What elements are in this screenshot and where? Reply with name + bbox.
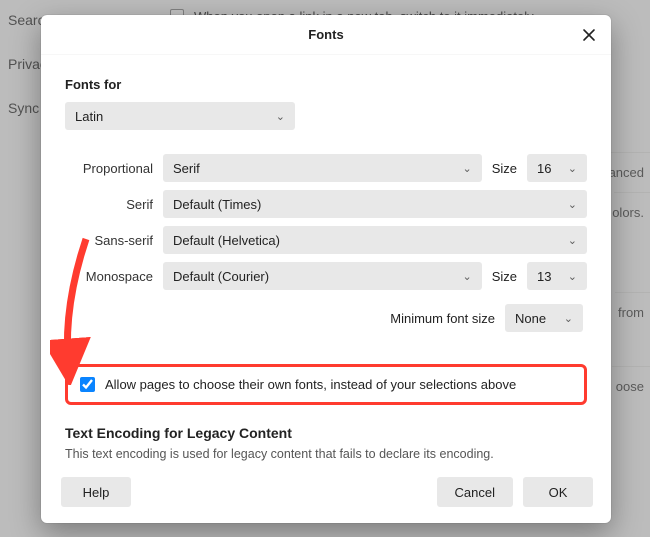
- ok-button[interactable]: OK: [523, 477, 593, 507]
- monospace-label: Monospace: [65, 269, 153, 284]
- allow-pages-own-fonts-label: Allow pages to choose their own fonts, i…: [105, 377, 516, 392]
- monospace-size-select[interactable]: 13 ⌄: [527, 262, 587, 290]
- allow-pages-own-fonts-checkbox[interactable]: [80, 377, 95, 392]
- encoding-heading: Text Encoding for Legacy Content: [65, 425, 587, 441]
- dialog-title: Fonts: [308, 27, 343, 42]
- cancel-button[interactable]: Cancel: [437, 477, 513, 507]
- monospace-size-value: 13: [537, 269, 551, 284]
- serif-select[interactable]: Default (Times) ⌄: [163, 190, 587, 218]
- dialog-header: Fonts: [41, 15, 611, 55]
- chevron-down-icon: ⌄: [564, 312, 573, 325]
- proportional-value: Serif: [173, 161, 200, 176]
- minimum-font-size-value: None: [515, 311, 546, 326]
- proportional-size-label-wrap: Size: [492, 161, 517, 176]
- proportional-size-value: 16: [537, 161, 551, 176]
- minimum-font-size-label: Minimum font size: [390, 311, 495, 326]
- sans-serif-select[interactable]: Default (Helvetica) ⌄: [163, 226, 587, 254]
- chevron-down-icon: ⌄: [568, 270, 577, 283]
- proportional-label: Proportional: [65, 161, 153, 176]
- chevron-down-icon: ⌄: [568, 234, 577, 247]
- sans-serif-label: Sans-serif: [65, 233, 153, 248]
- chevron-down-icon: ⌄: [462, 270, 471, 283]
- dialog-body: Fonts for Latin ⌄ Proportional Serif ⌄ S…: [41, 55, 611, 467]
- monospace-size-label-wrap: Size: [492, 269, 517, 284]
- proportional-size-label: Size: [492, 161, 517, 176]
- monospace-select[interactable]: Default (Courier) ⌄: [163, 262, 482, 290]
- proportional-select[interactable]: Serif ⌄: [163, 154, 482, 182]
- allow-pages-own-fonts-row: Allow pages to choose their own fonts, i…: [65, 364, 587, 405]
- minimum-font-size-row: Minimum font size None ⌄: [65, 304, 587, 332]
- sans-serif-value: Default (Helvetica): [173, 233, 280, 248]
- chevron-down-icon: ⌄: [568, 162, 577, 175]
- serif-value: Default (Times): [173, 197, 261, 212]
- monospace-size-label: Size: [492, 269, 517, 284]
- script-select[interactable]: Latin ⌄: [65, 102, 295, 130]
- script-select-value: Latin: [75, 109, 103, 124]
- chevron-down-icon: ⌄: [568, 198, 577, 211]
- chevron-down-icon: ⌄: [462, 162, 471, 175]
- font-settings-grid: Proportional Serif ⌄ Size 16 ⌄ Serif Def…: [65, 154, 587, 290]
- monospace-value: Default (Courier): [173, 269, 269, 284]
- serif-label: Serif: [65, 197, 153, 212]
- fonts-dialog: Fonts Fonts for Latin ⌄ Proportional Ser…: [41, 15, 611, 523]
- dialog-footer: Help Cancel OK: [41, 467, 611, 523]
- close-button[interactable]: [577, 23, 601, 47]
- help-button[interactable]: Help: [61, 477, 131, 507]
- encoding-hint: This text encoding is used for legacy co…: [65, 447, 587, 461]
- proportional-size-select[interactable]: 16 ⌄: [527, 154, 587, 182]
- chevron-down-icon: ⌄: [276, 110, 285, 123]
- fonts-for-label: Fonts for: [65, 77, 587, 92]
- minimum-font-size-select[interactable]: None ⌄: [505, 304, 583, 332]
- close-icon: [582, 28, 596, 42]
